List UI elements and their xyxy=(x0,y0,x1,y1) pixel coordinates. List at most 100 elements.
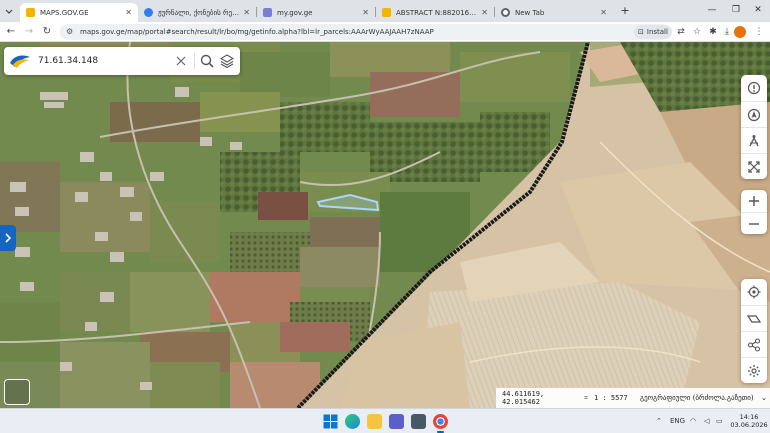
tab-abstract[interactable]: ABSTRACT N:882016831141 ✕ xyxy=(376,3,494,22)
tab-title: MAPS.GOV.GE xyxy=(40,8,89,17)
layers-button[interactable] xyxy=(218,52,236,70)
calculator-app-icon[interactable] xyxy=(411,414,426,429)
navigation-icon xyxy=(747,108,761,121)
file-explorer-icon[interactable] xyxy=(367,414,382,429)
close-tab-icon[interactable]: ✕ xyxy=(481,8,488,17)
profile-avatar[interactable] xyxy=(734,26,746,38)
search-divider xyxy=(194,53,195,69)
plus-icon xyxy=(749,196,759,206)
windows-logo-icon xyxy=(323,414,338,429)
tab-new-tab[interactable]: New Tab ✕ xyxy=(495,3,613,22)
zoom-in-button[interactable] xyxy=(741,190,767,212)
tab-search-icon-glyph xyxy=(5,9,13,14)
wifi-icon[interactable]: ◠ xyxy=(690,409,696,433)
extensions-icon[interactable]: ✱ xyxy=(706,25,720,39)
url-text[interactable]: maps.gov.ge/map/portal#search/result/lr/… xyxy=(80,24,434,40)
tab-title: ჟურნალი, ქონების რეესტრი xyxy=(158,8,240,17)
system-clock[interactable]: 14:16 03.06.2026 xyxy=(730,413,768,429)
close-tab-icon[interactable]: ✕ xyxy=(125,8,132,17)
search-input[interactable] xyxy=(38,47,168,75)
map-tools-top xyxy=(741,75,767,179)
chevron-right-icon xyxy=(5,233,12,243)
abstract-favicon-icon xyxy=(382,8,391,17)
site-info-icon[interactable]: ⚙ xyxy=(66,27,76,37)
measure-icon xyxy=(749,134,759,146)
tray-overflow-icon[interactable]: ⌃ xyxy=(656,409,662,433)
journal-favicon-icon xyxy=(144,8,153,17)
close-tab-icon[interactable]: ✕ xyxy=(362,8,369,17)
install-app-button[interactable]: ⊡ Install xyxy=(634,25,672,39)
clock-date: 03.06.2026 xyxy=(730,421,768,429)
bookmark-star-icon[interactable]: ☆ xyxy=(690,25,704,39)
tab-journal[interactable]: ჟურნალი, ქონების რეესტრი ✕ xyxy=(138,3,256,22)
tab-title: New Tab xyxy=(515,8,545,17)
crosshair-icon xyxy=(747,285,761,299)
translate-icon[interactable]: ⇄ xyxy=(674,25,688,39)
map-tools-bottom xyxy=(741,279,767,383)
battery-icon[interactable]: ▭ xyxy=(716,409,723,433)
zoom-controls xyxy=(741,190,767,234)
browser-menu-icon[interactable]: ⋮ xyxy=(752,25,766,39)
teams-app-icon[interactable] xyxy=(389,414,404,429)
map-viewport[interactable]: 44.611619, 42.015462 ⌗ 1 : 5577 გეოგრაფი… xyxy=(0,42,770,408)
close-tab-icon[interactable]: ✕ xyxy=(243,8,250,17)
tab-search-icon[interactable] xyxy=(2,5,16,19)
chevron-down-icon[interactable]: ⌄ xyxy=(758,394,770,402)
chrome-favicon-icon xyxy=(501,8,510,17)
minimize-button[interactable]: — xyxy=(704,3,720,17)
info-tool-button[interactable] xyxy=(741,75,767,101)
aerial-imagery[interactable] xyxy=(0,42,770,408)
back-button[interactable]: ← xyxy=(4,25,18,39)
close-icon xyxy=(176,56,186,66)
draw-icon xyxy=(747,314,761,323)
start-button[interactable] xyxy=(323,414,338,429)
settings-button[interactable] xyxy=(741,357,767,383)
tab-title: my.gov.ge xyxy=(277,8,313,17)
share-icon xyxy=(747,337,761,352)
fullscreen-tool-button[interactable] xyxy=(741,153,767,179)
search-button[interactable] xyxy=(198,52,216,70)
maximize-button[interactable]: ❐ xyxy=(728,3,744,17)
maps-favicon-icon xyxy=(26,8,35,17)
install-label: Install xyxy=(646,28,668,36)
scale-icon: ⌗ xyxy=(584,393,588,402)
maps-gov-ge-logo-icon xyxy=(10,55,30,68)
tab-my-gov-ge[interactable]: my.gov.ge ✕ xyxy=(257,3,375,22)
info-icon xyxy=(747,81,761,95)
fullscreen-icon xyxy=(748,160,760,173)
zoom-out-button[interactable] xyxy=(741,212,767,234)
side-panel-toggle[interactable] xyxy=(0,225,16,251)
cursor-coordinates: 44.611619, 42.015462 xyxy=(502,390,545,406)
install-icon: ⊡ xyxy=(638,28,644,36)
draw-tool-button[interactable] xyxy=(741,305,767,331)
share-button[interactable] xyxy=(741,331,767,357)
mygov-favicon-icon xyxy=(263,8,272,17)
forward-button[interactable]: → xyxy=(22,25,36,39)
windows-taskbar: ⌃ ENG ◠ ◁ ▭ 14:16 03.06.2026 xyxy=(0,408,770,433)
reload-button[interactable]: ↻ xyxy=(40,25,54,39)
measure-tool-button[interactable] xyxy=(741,127,767,153)
address-bar[interactable]: ⚙ maps.gov.ge/map/portal#search/result/l… xyxy=(60,24,670,40)
map-search-box xyxy=(4,47,240,75)
tab-title: ABSTRACT N:882016831141 xyxy=(396,8,478,17)
chrome-app-icon[interactable] xyxy=(433,414,448,433)
clear-search-button[interactable] xyxy=(172,52,190,70)
close-tab-icon[interactable]: ✕ xyxy=(600,8,607,17)
search-icon xyxy=(200,54,214,68)
minus-icon xyxy=(749,222,759,225)
close-window-button[interactable]: ✕ xyxy=(750,3,766,17)
edge-app-icon[interactable] xyxy=(345,414,360,429)
basemap-switcher-button[interactable] xyxy=(4,379,30,405)
navigation-tool-button[interactable] xyxy=(741,101,767,127)
volume-icon[interactable]: ◁ xyxy=(704,409,709,433)
map-scale[interactable]: 1 : 5577 xyxy=(592,394,636,402)
clock-time: 14:16 xyxy=(739,413,759,421)
input-language[interactable]: ENG xyxy=(670,409,685,433)
downloads-icon[interactable]: ⤓ xyxy=(720,25,734,39)
browser-tab-strip: MAPS.GOV.GE ✕ ჟურნალი, ქონების რეესტრი ✕… xyxy=(0,0,770,22)
basemap-select[interactable]: გეოგრაფიული (ბრძოლა.გაზეთი) xyxy=(636,394,758,402)
layers-icon xyxy=(220,54,234,68)
tab-maps-gov-ge[interactable]: MAPS.GOV.GE ✕ xyxy=(20,3,138,22)
new-tab-button[interactable]: + xyxy=(618,4,632,18)
locate-me-button[interactable] xyxy=(741,279,767,305)
